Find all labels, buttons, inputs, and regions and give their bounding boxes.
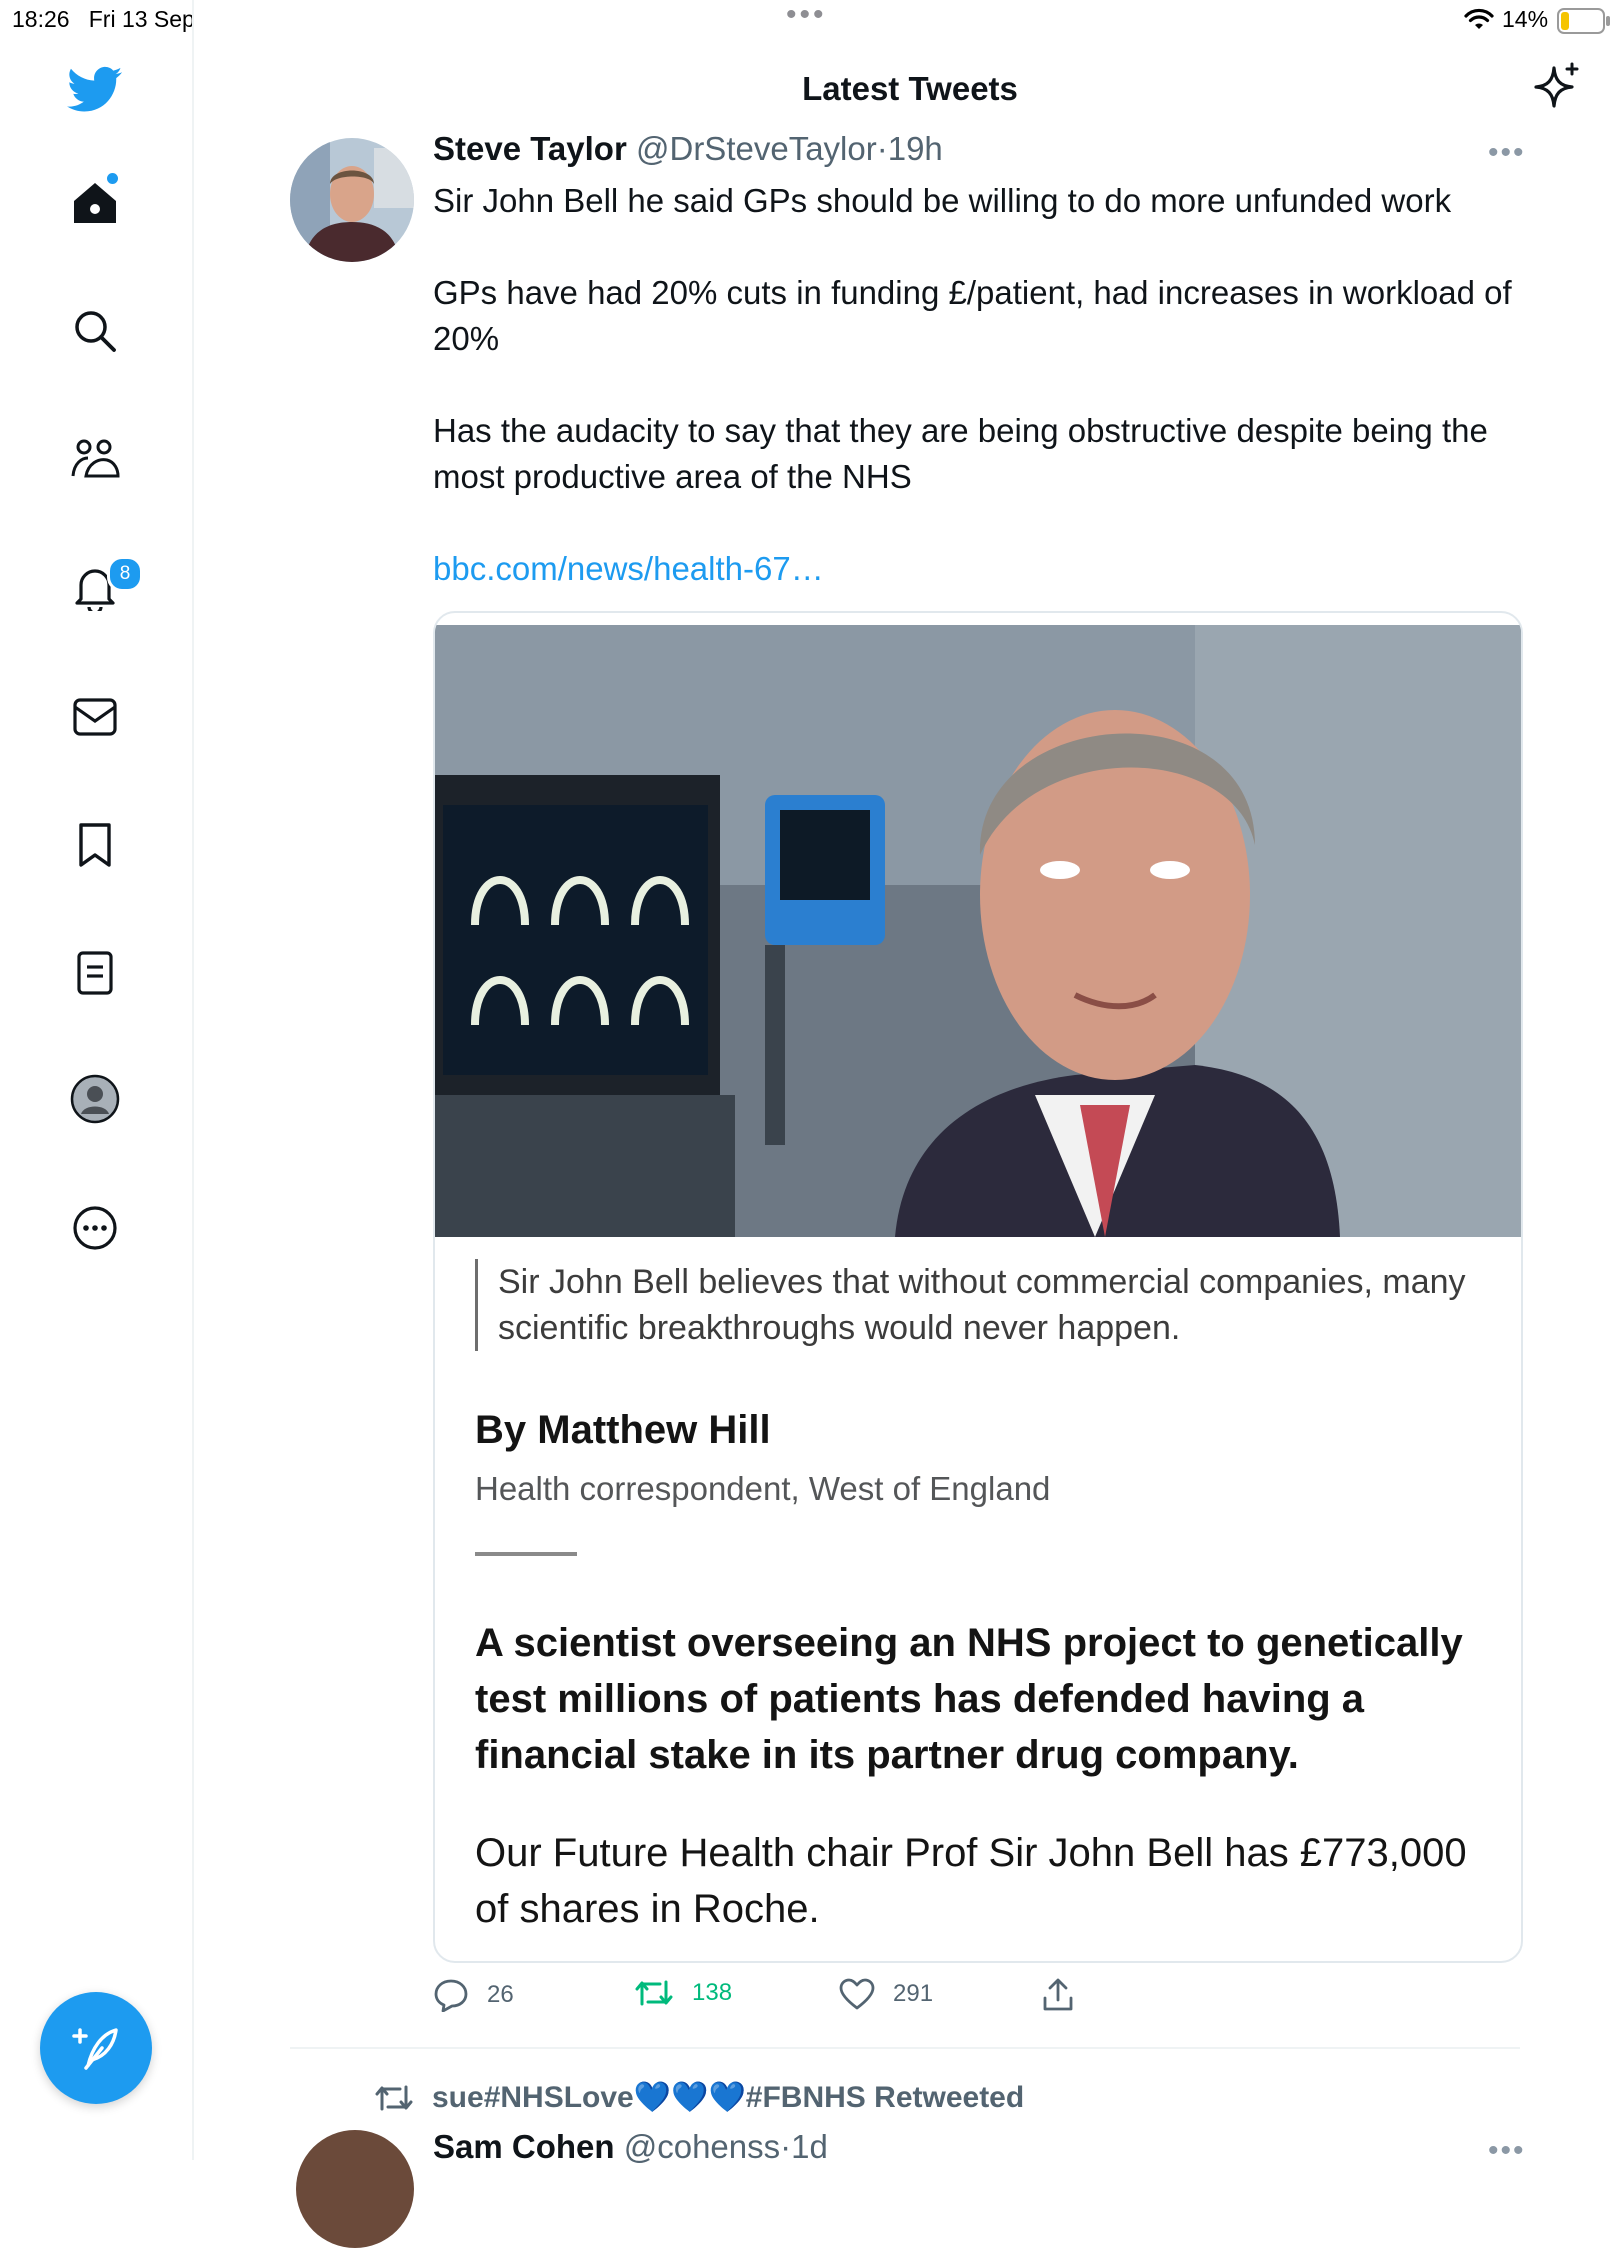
- compose-tweet-button[interactable]: [40, 1992, 152, 2104]
- tweet-header: Steve Taylor @DrSteveTaylor·19h: [433, 130, 943, 168]
- battery-icon: [1557, 8, 1611, 39]
- tweet-divider: [290, 2047, 1520, 2049]
- tweet-more-button[interactable]: •••: [1488, 2134, 1526, 2168]
- tweet-paragraph: Has the audacity to say that they are be…: [433, 412, 1488, 495]
- tweet-body: Sir John Bell he said GPs should be will…: [433, 178, 1533, 592]
- tweet-more-button[interactable]: •••: [1488, 136, 1526, 170]
- wifi-icon: [1464, 8, 1494, 37]
- tweet-header: Sam Cohen @cohenss·1d: [433, 2128, 828, 2166]
- profile-icon[interactable]: [60, 1064, 130, 1134]
- sidebar: 8: [0, 0, 194, 2160]
- search-icon[interactable]: [60, 296, 130, 366]
- lists-icon[interactable]: [60, 938, 130, 1008]
- author-role: Health correspondent, West of England: [475, 1470, 1051, 1507]
- divider-rule: [475, 1552, 577, 1556]
- reply-count: 26: [487, 1981, 514, 2008]
- separator: ·: [876, 130, 888, 167]
- heart-icon: [839, 1978, 875, 2010]
- home-icon[interactable]: [60, 168, 130, 238]
- author-name[interactable]: Sam Cohen: [433, 2128, 615, 2165]
- article-card[interactable]: Sir John Bell believes that without comm…: [433, 611, 1523, 1963]
- twitter-logo-icon[interactable]: [60, 55, 130, 125]
- retweet-button[interactable]: 138: [634, 1978, 732, 2008]
- avatar[interactable]: [290, 138, 414, 262]
- tweet-time: 1d: [791, 2128, 828, 2165]
- communities-icon[interactable]: [60, 425, 130, 495]
- tweet-link[interactable]: bbc.com/news/health-67…: [433, 546, 1533, 592]
- article-lede: A scientist overseeing an NHS project to…: [475, 1621, 1463, 1777]
- home-unread-dot: [107, 173, 118, 184]
- retweeted-by-label: sue#NHSLove💙💙💙#FBNHS Retweeted: [432, 2081, 1025, 2114]
- bookmark-icon[interactable]: [60, 810, 130, 880]
- article-paragraph: Our Future Health chair Prof Sir John Be…: [475, 1831, 1467, 1931]
- notifications-badge: 8: [107, 556, 143, 592]
- retweet-icon: [375, 2085, 413, 2110]
- tweet-paragraph: GPs have had 20% cuts in funding £/patie…: [433, 274, 1512, 357]
- reply-icon: [434, 1979, 468, 2012]
- reply-button[interactable]: 26: [433, 1978, 514, 2012]
- compose-feather-icon: [72, 2028, 118, 2070]
- share-button[interactable]: [1042, 1978, 1092, 2012]
- sparkle-icon[interactable]: [1532, 62, 1582, 117]
- retweeted-by[interactable]: sue#NHSLove💙💙💙#FBNHS Retweeted: [374, 2080, 1024, 2115]
- share-icon: [1043, 1978, 1073, 2011]
- like-count: 291: [893, 1980, 934, 2007]
- multitasking-dots-icon[interactable]: •••: [786, 0, 827, 32]
- more-icon[interactable]: [60, 1193, 130, 1263]
- retweet-count: 138: [692, 1979, 733, 2006]
- messages-icon[interactable]: [60, 682, 130, 752]
- author-name[interactable]: Steve Taylor: [433, 130, 627, 167]
- page-title: Latest Tweets: [802, 70, 1018, 107]
- tweet-time: 19h: [887, 130, 943, 167]
- author-handle[interactable]: @DrSteveTaylor: [636, 130, 877, 167]
- author-handle[interactable]: @cohenss: [624, 2128, 780, 2165]
- tweet-paragraph: Sir John Bell he said GPs should be will…: [433, 182, 1452, 219]
- like-button[interactable]: 291: [839, 1978, 933, 2010]
- retweet-icon: [635, 1980, 673, 2006]
- article-byline: By Matthew Hill: [475, 1408, 771, 1452]
- avatar[interactable]: [296, 2130, 414, 2248]
- battery-percent: 14%: [1502, 6, 1549, 32]
- separator: ·: [780, 2128, 792, 2165]
- article-photo: [435, 625, 1521, 1237]
- image-caption: Sir John Bell believes that without comm…: [475, 1259, 1498, 1351]
